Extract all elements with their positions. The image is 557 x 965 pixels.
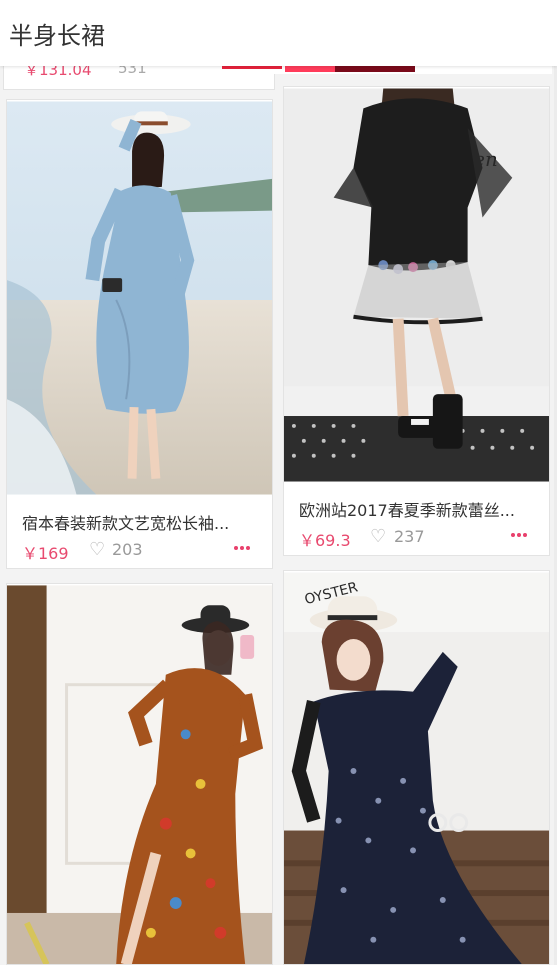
image-strip [335,66,415,72]
product-card[interactable]: 宿本春装新款文艺宽松长袖... ￥169 ♡ 203 [6,99,273,569]
image-strip [222,66,282,69]
top-bar: 半身长裙 [0,0,557,66]
more-icon[interactable] [234,546,254,552]
product-likes: 237 [394,527,425,546]
image-strip [285,66,335,72]
partial-product-card[interactable] [222,66,552,74]
product-image-navy-floral-dress[interactable]: OYSTER [284,571,549,965]
page-title: 半身长裙 [9,22,105,50]
product-card[interactable]: ngen 欧洲站2017春夏季新款蕾丝... ￥69.3 ♡ 237 [283,86,550,556]
product-image-orange-floral-dress[interactable] [7,584,272,965]
product-price: ￥69.3 [299,531,351,550]
product-likes: 203 [112,540,143,559]
product-price: ￥169 [22,544,69,563]
heart-icon[interactable]: ♡ [370,528,386,546]
product-name: 欧洲站2017春夏季新款蕾丝... [299,501,515,520]
product-image-black-lace-dress[interactable]: ngen [284,87,549,483]
heart-icon[interactable]: ♡ [89,541,105,559]
product-card[interactable] [6,583,273,965]
product-card[interactable]: OYSTER [283,570,550,965]
product-name: 宿本春装新款文艺宽松长袖... [22,514,230,533]
more-icon[interactable] [511,533,531,539]
product-image-beach-blue-dress[interactable] [7,100,272,496]
